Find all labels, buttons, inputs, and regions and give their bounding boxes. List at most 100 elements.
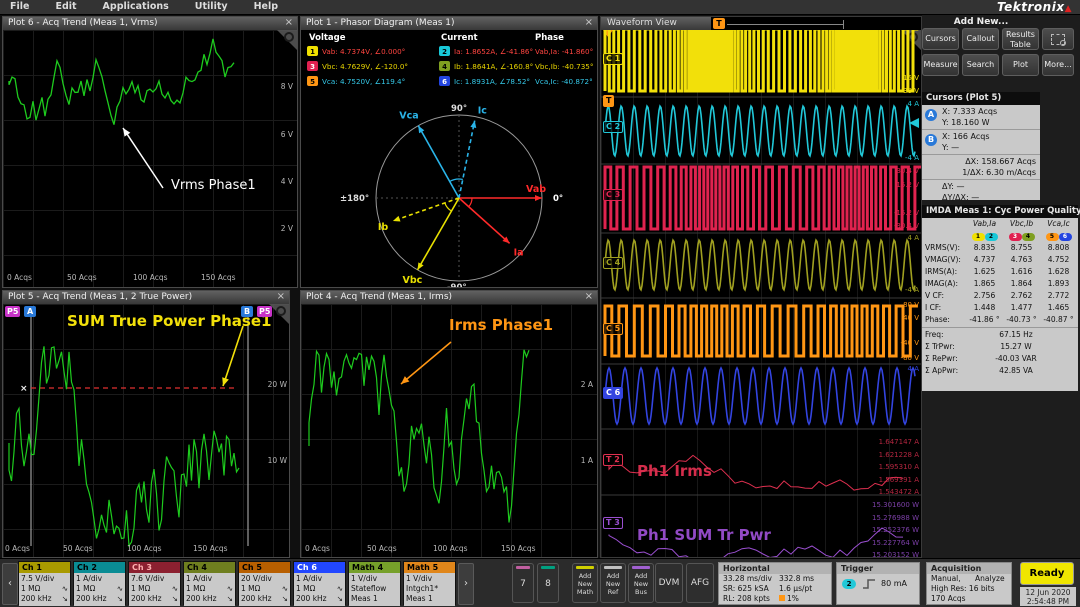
plot6-annotation[interactable]: Vrms Phase1 xyxy=(171,178,256,193)
source-badge-3: 3 xyxy=(1009,233,1022,241)
badge-ch2[interactable]: Ch 21 A/div1 MΩ∿200 kHz↘ xyxy=(73,561,126,605)
plot5-title: Plot 5 - Acq Trend (Meas 1, 2 True Power… xyxy=(8,292,192,302)
plot5-graph-area[interactable]: × SUM True Power Phase1 P5ABP520 W10 W0 … xyxy=(3,304,289,557)
meas-value: 2.756 xyxy=(966,290,1003,302)
badge-math5[interactable]: Math 51 V/divIntgch1*Meas 1 xyxy=(403,561,456,605)
menu-item-applications[interactable]: Applications xyxy=(103,0,169,14)
trend-axis-label: 15.276988 W xyxy=(872,514,919,522)
add-new-bus-button[interactable]: AddNewBus xyxy=(628,563,654,603)
channel-axis-label: -40 V xyxy=(901,339,919,347)
meas-row: I CF:1.4481.4771.465 xyxy=(922,302,1078,314)
zoom-slider-end[interactable] xyxy=(843,20,844,29)
channel-8-button[interactable]: 8 xyxy=(537,563,559,603)
trend-badge-2[interactable]: T 2 xyxy=(603,454,623,466)
badge-ch3[interactable]: Ch 37.6 V/div1 MΩ∿200 kHz↘ xyxy=(128,561,181,605)
plot6-close-icon[interactable]: × xyxy=(285,17,293,29)
dvm-button[interactable]: DVM xyxy=(655,563,683,603)
channel-badge-c4[interactable]: C 4 xyxy=(603,257,623,269)
channel-badge-c1[interactable]: C 1 xyxy=(603,53,623,65)
cursor-a-handle[interactable]: A xyxy=(24,306,36,317)
zoom-mode-button[interactable] xyxy=(1042,28,1074,50)
horizontal-title: Horizontal xyxy=(719,563,831,574)
trigger-badge[interactable]: T xyxy=(603,95,614,107)
channel-axis-label: -4 A xyxy=(905,154,919,162)
channel-7-button[interactable]: 7 xyxy=(512,563,534,603)
bandwidth-label: 200 kHz↘ xyxy=(21,594,68,604)
plot1-titlebar[interactable]: Plot 1 - Phasor Diagram (Meas 1) × xyxy=(301,17,597,30)
plot4-x-label: 100 Acqs xyxy=(433,544,468,553)
channel-badge-c5[interactable]: C 5 xyxy=(603,323,623,335)
plot5-titlebar[interactable]: Plot 5 - Acq Trend (Meas 1, 2 True Power… xyxy=(3,291,289,304)
channel-badge-c3[interactable]: C 3 xyxy=(603,189,623,201)
plot4-titlebar[interactable]: Plot 4 - Acq Trend (Meas 1, Irms) × xyxy=(301,291,597,304)
acquisition-panel[interactable]: Acquisition Manual,Analyze High Res: 16 … xyxy=(926,562,1012,605)
channel-badge-c2[interactable]: C 2 xyxy=(603,121,623,133)
afg-button[interactable]: AFG xyxy=(686,563,714,603)
channel-axis-label: -30 V xyxy=(901,87,919,95)
more-button[interactable]: More... xyxy=(1042,54,1074,76)
bandwidth-icon: ↘ xyxy=(282,594,288,604)
trigger-panel[interactable]: Trigger 2 80 mA xyxy=(836,562,920,605)
measurement-panel-title[interactable]: IMDA Meas 1: Cyc Power Quality* xyxy=(922,205,1078,218)
cursor-delta-readout: ΔX: 158.667 Acqs1/ΔX: 6.30 m/Acqs xyxy=(922,155,1040,180)
button-label-line: New xyxy=(629,580,653,588)
plot6-graph-area[interactable]: Vrms Phase1 8 V6 V4 V2 V0 Acqs50 Acqs100… xyxy=(3,30,297,287)
badge-ch1[interactable]: Ch 17.5 V/div1 MΩ∿200 kHz↘ xyxy=(18,561,71,605)
svg-text:Vab,Ia: -41.860°: Vab,Ia: -41.860° xyxy=(535,47,593,56)
menu-item-file[interactable]: File xyxy=(10,0,29,14)
add-new-math-button[interactable]: AddNewMath xyxy=(572,563,598,603)
cursors-button[interactable]: Cursors xyxy=(922,28,959,50)
scale-label: 20 V/div xyxy=(241,574,288,584)
plot1-graph-area[interactable]: VoltageCurrentPhase1Vab: 4.7374V, ∠0.000… xyxy=(301,30,597,287)
zoom-slider-track[interactable] xyxy=(727,24,843,25)
waveform-graticule[interactable]: C 115 V-30 VC 24 A-4 AC 330.4 V15.2 V-15… xyxy=(601,30,921,557)
oscilloscope-app: FileEditApplicationsUtilityHelp Tektroni… xyxy=(0,0,1080,607)
expand-badges-button[interactable]: › xyxy=(458,563,474,605)
plot5-source-badge-right[interactable]: P5 xyxy=(257,306,272,317)
trigger-position-handle[interactable]: T xyxy=(713,18,725,29)
badge-header: Ch 1 xyxy=(19,562,70,573)
trend-axis-label: 1.569391 A xyxy=(879,476,919,484)
menu-item-utility[interactable]: Utility xyxy=(195,0,228,14)
collapse-badges-button[interactable]: ‹ xyxy=(2,563,18,605)
cursor-b-handle[interactable]: B xyxy=(241,306,253,317)
plot6-y-label: 2 V xyxy=(281,224,293,233)
cursors-panel-title[interactable]: Cursors (Plot 5) xyxy=(922,92,1040,105)
badge-header: Ch 4 xyxy=(184,562,235,573)
waveform-view-tab[interactable]: Waveform View xyxy=(601,17,711,30)
svg-text:3: 3 xyxy=(310,63,315,71)
badge-ch6[interactable]: Ch 61 A/div1 MΩ∿200 kHz↘ xyxy=(293,561,346,605)
plot-button[interactable]: Plot xyxy=(1002,54,1039,76)
plot1-close-icon[interactable]: × xyxy=(585,17,593,29)
horizontal-panel[interactable]: Horizontal 33.28 ms/div332.8 ms SR: 625 … xyxy=(718,562,832,605)
button-label-line: Bus xyxy=(629,588,653,596)
plot6-titlebar[interactable]: Plot 6 - Acq Trend (Meas 1, Vrms) × xyxy=(3,17,297,30)
callout-button[interactable]: Callout xyxy=(962,28,999,50)
search-button[interactable]: Search xyxy=(962,54,999,76)
button-label-line: Math xyxy=(573,588,597,596)
waveform-view-title: Waveform View xyxy=(607,18,677,28)
measure-button[interactable]: Measure xyxy=(922,54,959,76)
plot4-graph-area[interactable]: Irms Phase1 2 A1 A0 Acqs50 Acqs100 Acqs1… xyxy=(301,304,597,557)
svg-text:Current: Current xyxy=(441,33,478,43)
plot4-close-icon[interactable]: × xyxy=(585,291,593,303)
add-new-ref-button[interactable]: AddNewRef xyxy=(600,563,626,603)
bandwidth-label: 200 kHz↘ xyxy=(131,594,178,604)
plot4-annotation[interactable]: Irms Phase1 xyxy=(449,316,553,334)
trend-badge-3[interactable]: T 3 xyxy=(603,517,623,529)
results-table-button[interactable]: Results Table xyxy=(1002,28,1039,50)
channel-badge-c6[interactable]: C 6 xyxy=(603,387,623,399)
plot5-source-badge[interactable]: P5 xyxy=(5,306,20,317)
plot5-close-icon[interactable]: × xyxy=(277,291,285,303)
channel-axis-label: 30.4 V xyxy=(896,167,919,175)
badge-math4[interactable]: Math 41 V/divStateflowMeas 1 xyxy=(348,561,401,605)
badge-ch5[interactable]: Ch 520 V/div1 MΩ∿200 kHz↘ xyxy=(238,561,291,605)
menu-item-help[interactable]: Help xyxy=(254,0,278,14)
bandwidth-icon: ↘ xyxy=(227,594,233,604)
badge-ch4[interactable]: Ch 41 A/div1 MΩ∿200 kHz↘ xyxy=(183,561,236,605)
ready-status-badge: Ready xyxy=(1020,562,1074,585)
plot5-x-label: 100 Acqs xyxy=(127,544,162,553)
menu-item-edit[interactable]: Edit xyxy=(55,0,76,14)
channel-axis-label: 15.2 V xyxy=(896,181,919,189)
date-label: 12 Jun 2020 xyxy=(1020,588,1076,597)
